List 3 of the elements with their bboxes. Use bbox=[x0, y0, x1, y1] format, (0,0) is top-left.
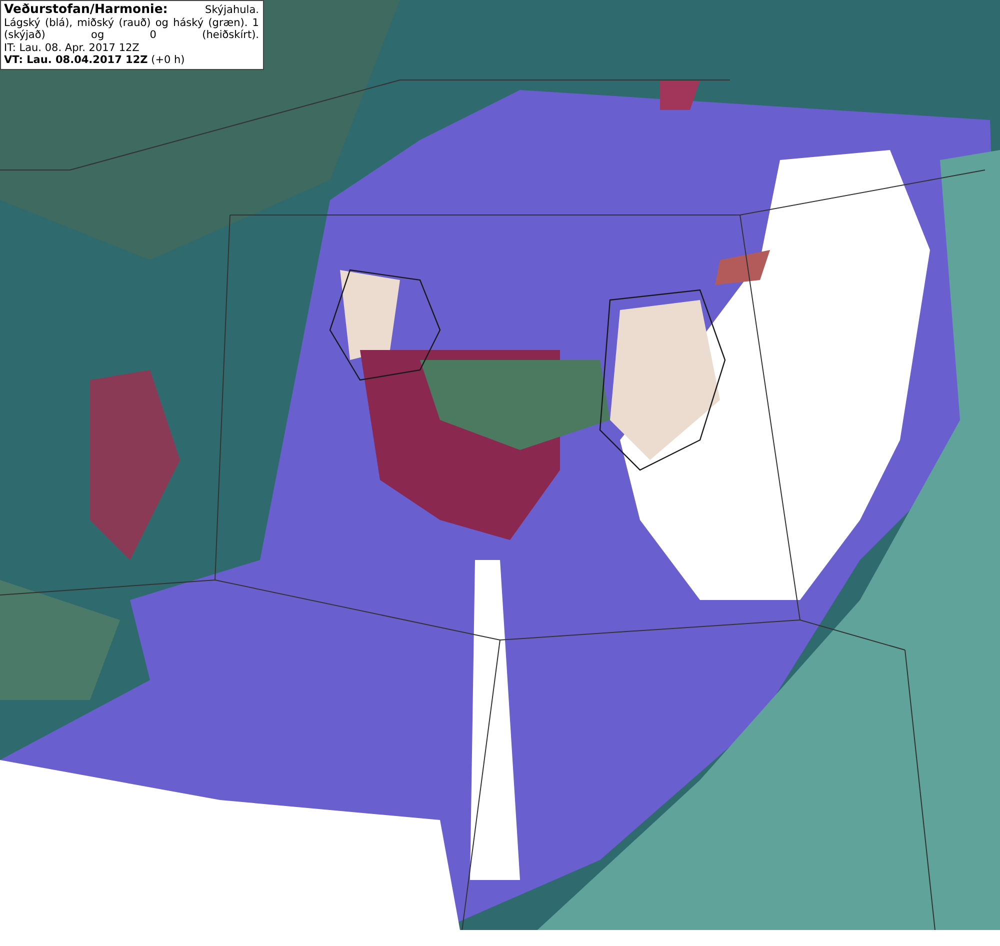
initial-time: IT: Lau. 08. Apr. 2017 12Z bbox=[4, 42, 140, 54]
legend-description: Veðurstofan/Harmonie: Skýjahula. Lágský (blá), miðský (rauð) og háský (græn). 1 (skýjað) og 0 (heiðskírt). bbox=[4, 3, 259, 42]
valid-time: VT: Lau. 08.04.2017 12Z (+0 h) bbox=[4, 54, 186, 66]
